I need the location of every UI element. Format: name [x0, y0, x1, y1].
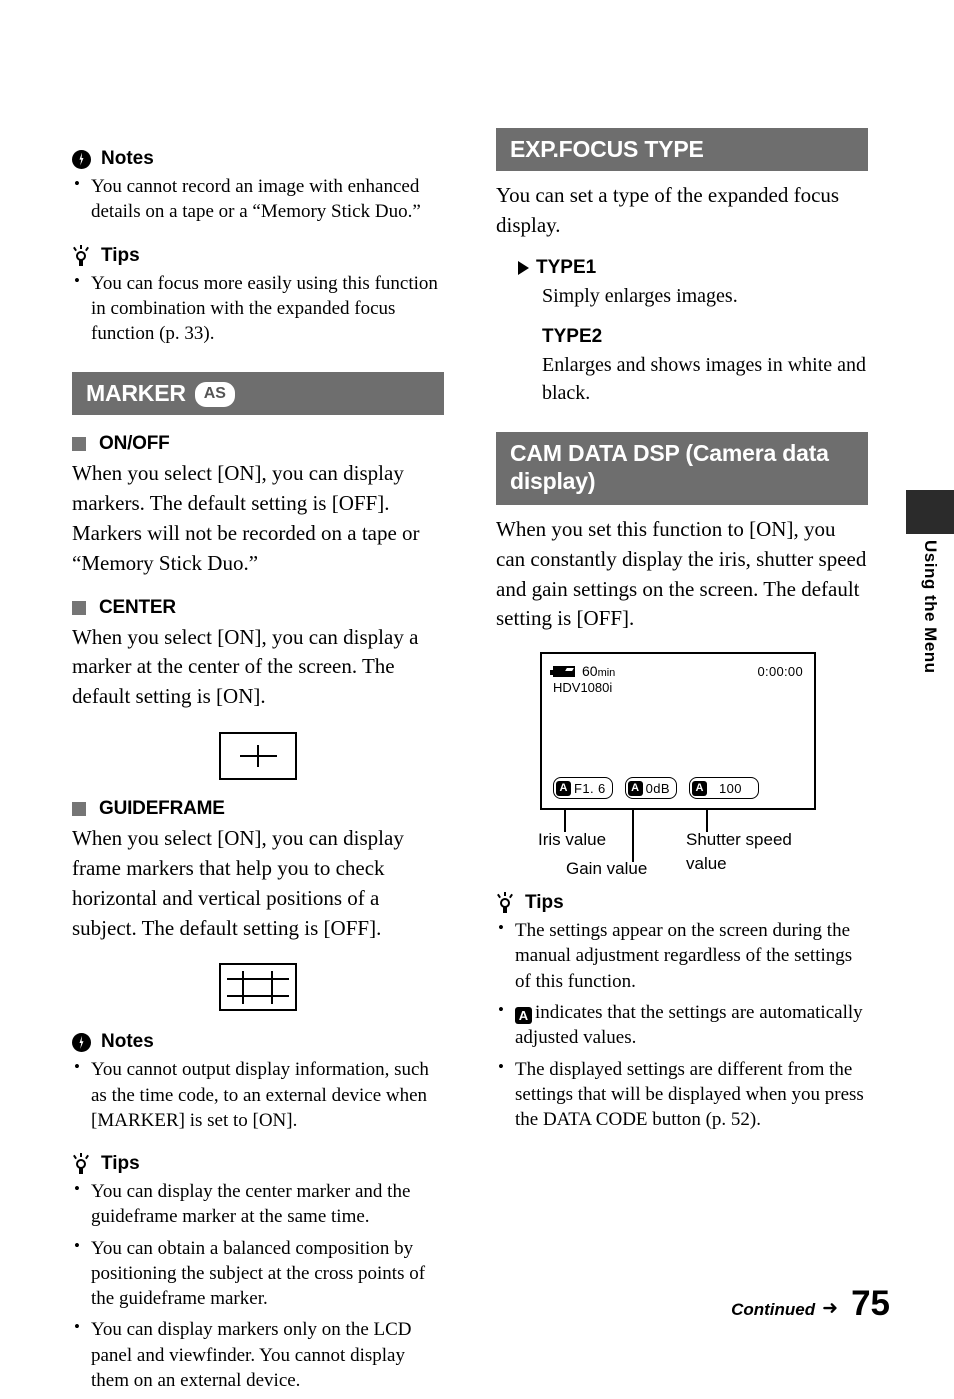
- gain-value-chip: A 0dB: [624, 777, 677, 800]
- list-item: The displayed settings are different fro…: [496, 1056, 868, 1133]
- notes-heading-top: Notes: [72, 148, 444, 170]
- subheading-guideframe: GUIDEFRAME: [72, 798, 444, 820]
- callout-shutter-speed-line2: value: [686, 854, 727, 874]
- tips-lightbulb-icon: [496, 892, 515, 914]
- iris-value-chip: A F1. 6: [553, 777, 613, 800]
- list-item: You can display markers only on the LCD …: [72, 1316, 444, 1393]
- list-item-text: indicates that the settings are automati…: [515, 1001, 863, 1049]
- chapter-tab-block: [906, 490, 954, 534]
- gray-square-bullet-icon: [72, 802, 86, 817]
- auto-a-badge-icon: A: [627, 780, 643, 796]
- body-cam-data-dsp: When you set this function to [ON], you …: [496, 516, 867, 631]
- list-item: You cannot output display information, s…: [72, 1056, 444, 1133]
- list-item: Aindicates that the settings are automat…: [496, 999, 868, 1051]
- leader-line-shutter: [706, 810, 708, 833]
- tips-heading-top: Tips: [72, 244, 444, 267]
- center-marker-figure: [219, 732, 297, 781]
- auto-a-badge-icon: A: [556, 780, 571, 796]
- callout-shutter-speed: Shutter speed: [686, 830, 792, 850]
- list-item: You can focus more easily using this fun…: [72, 270, 444, 347]
- option-label: TYPE2: [542, 326, 603, 348]
- body-on-off: When you select [ON], you can display ma…: [72, 461, 420, 575]
- lcd-screen: 60min 0:00:00 HDV1080i A F1. 6 A 0dB A 1…: [540, 652, 816, 811]
- subheading-label: GUIDEFRAME: [99, 798, 225, 820]
- notes-heading-label: Notes: [101, 1031, 154, 1053]
- manual-page: Notes You cannot record an image with en…: [0, 0, 954, 1391]
- gray-square-bullet-icon: [72, 600, 86, 615]
- iris-value: F1. 6: [574, 780, 606, 796]
- notes-lightning-icon: [72, 1032, 91, 1052]
- notes-heading-bottom: Notes: [72, 1031, 444, 1053]
- option-body-type1: Simply enlarges images.: [542, 284, 738, 307]
- section-header-marker: MARKER AS: [72, 372, 444, 416]
- recording-format: HDV1080i: [553, 680, 613, 696]
- chapter-tab-label: Using the Menu: [921, 540, 940, 674]
- guideframe-marker-figure-wrap: [72, 963, 444, 1012]
- tips-heading-label: Tips: [101, 244, 140, 266]
- tips-lightbulb-icon: [72, 1153, 91, 1175]
- section-header-cam-data-dsp: CAM DATA DSP (Camera data display): [496, 431, 868, 505]
- leader-line-iris: [564, 810, 566, 833]
- notes-heading-label: Notes: [101, 148, 154, 169]
- body-exp-focus-type: You can set a type of the expanded focus…: [496, 183, 840, 237]
- option-heading-type2: TYPE2: [542, 326, 868, 348]
- section-title-exp-focus-type: EXP.FOCUS TYPE: [510, 136, 704, 162]
- body-guideframe: When you select [ON], you can display fr…: [72, 826, 404, 940]
- tips-heading-right: Tips: [496, 892, 868, 914]
- page-footer: Continued ➜ 75: [731, 1286, 890, 1321]
- continued-label: Continued: [731, 1300, 816, 1319]
- tips-lightbulb-icon: [72, 244, 91, 266]
- list-item: You cannot record an image with enhanced…: [72, 173, 444, 225]
- tips-list-top: You can focus more easily using this fun…: [72, 270, 444, 347]
- tips-list-right: The settings appear on the screen during…: [496, 917, 868, 1133]
- option-heading-type1: TYPE1: [518, 257, 868, 279]
- left-column: Notes You cannot record an image with en…: [72, 128, 444, 1399]
- battery-remaining: 60min: [582, 663, 616, 680]
- arrow-right-icon: ➜: [822, 1298, 839, 1319]
- center-marker-figure-wrap: [72, 732, 444, 781]
- guideframe-marker-figure: [219, 963, 297, 1012]
- callout-iris-value: Iris value: [538, 830, 607, 850]
- as-badge: AS: [194, 382, 235, 408]
- notes-list-top: You cannot record an image with enhanced…: [72, 173, 444, 225]
- callout-gain-value: Gain value: [566, 859, 648, 879]
- gray-square-bullet-icon: [72, 437, 86, 452]
- subheading-on-off: ON/OFF: [72, 433, 444, 455]
- auto-a-badge-icon: A: [691, 780, 707, 796]
- shutter-speed-value: 100: [718, 780, 742, 796]
- shutter-speed-value-chip: A 100: [688, 777, 759, 800]
- section-header-exp-focus-type: EXP.FOCUS TYPE: [496, 128, 868, 172]
- tips-list-bottom: You can display the center marker and th…: [72, 1178, 444, 1393]
- auto-a-badge-icon: A: [515, 1006, 532, 1024]
- leader-line-gain: [632, 810, 634, 863]
- tips-heading-label: Tips: [101, 1153, 140, 1175]
- lcd-status-bar: 60min 0:00:00: [550, 663, 803, 680]
- section-title-cam-data-dsp: CAM DATA DSP (Camera data display): [510, 439, 829, 494]
- section-title-marker: MARKER: [86, 380, 186, 407]
- timecode: 0:00:00: [757, 663, 803, 679]
- right-column: EXP.FOCUS TYPE You can set a type of the…: [496, 128, 868, 1138]
- lcd-value-chips: A F1. 6 A 0dB A 100: [553, 777, 771, 800]
- subheading-center: CENTER: [72, 597, 444, 619]
- body-center: When you select [ON], you can display a …: [72, 624, 419, 709]
- list-item: You can obtain a balanced composition by…: [72, 1235, 444, 1312]
- list-item: You can display the center marker and th…: [72, 1178, 444, 1230]
- tips-heading-label: Tips: [525, 892, 564, 914]
- tips-heading-bottom: Tips: [72, 1153, 444, 1175]
- battery-icon: [550, 665, 575, 677]
- notes-lightning-icon: [72, 149, 91, 169]
- gain-value: 0dB: [645, 780, 670, 796]
- default-setting-triangle-icon: [518, 260, 529, 275]
- option-label: TYPE1: [536, 256, 597, 278]
- notes-list-bottom: You cannot output display information, s…: [72, 1056, 444, 1133]
- list-item: The settings appear on the screen during…: [496, 917, 868, 994]
- subheading-label: ON/OFF: [99, 433, 170, 455]
- page-number: 75: [851, 1284, 890, 1323]
- option-body-type2: Enlarges and shows images in white and b…: [542, 354, 867, 405]
- lcd-screen-figure: 60min 0:00:00 HDV1080i A F1. 6 A 0dB A 1…: [538, 652, 816, 878]
- subheading-label: CENTER: [99, 596, 176, 618]
